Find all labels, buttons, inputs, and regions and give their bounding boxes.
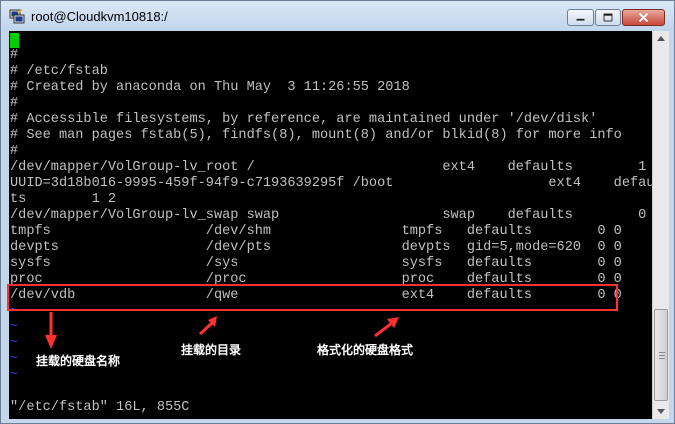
maximize-button[interactable] xyxy=(595,9,621,26)
vertical-scrollbar[interactable] xyxy=(652,31,669,419)
arrow-up-right-icon xyxy=(198,316,217,336)
window-title: root@Cloudkvm10818:/ xyxy=(31,9,168,24)
terminal-line: # Accessible filesystems, by reference, … xyxy=(10,112,598,127)
terminal-line: # xyxy=(10,48,19,63)
minimize-button[interactable] xyxy=(567,9,594,26)
scrollbar-thumb[interactable] xyxy=(654,309,668,401)
terminal-line: # /etc/fstab xyxy=(10,64,108,79)
terminal-line: # See man pages fstab(5), findfs(8), mou… xyxy=(10,128,622,143)
terminal-line: # Created by anaconda on Thu May 3 11:26… xyxy=(10,80,410,95)
terminal-line: /dev/mapper/VolGroup-lv_swap swap swap d… xyxy=(10,208,652,223)
terminal-line: sysfs /sys sysfs defaults 0 0 xyxy=(10,256,622,271)
empty-line-tilde: ~ xyxy=(10,352,19,367)
close-icon xyxy=(638,12,649,23)
title-bar[interactable]: root@Cloudkvm10818:/ xyxy=(1,1,674,31)
text-cursor xyxy=(10,33,19,48)
highlight-box xyxy=(7,284,618,311)
grip-line xyxy=(659,355,665,356)
scroll-down-icon[interactable] xyxy=(653,403,669,419)
annotation-mount-dir: 挂载的目录 xyxy=(181,343,242,357)
putty-icon xyxy=(9,9,25,24)
grip-line xyxy=(659,352,665,353)
arrow-down-icon xyxy=(45,312,57,349)
minimize-icon xyxy=(576,18,585,21)
annotation-fs-format: 格式化的硬盘格式 xyxy=(317,343,414,357)
grip-line xyxy=(659,358,665,359)
close-button[interactable] xyxy=(622,9,665,26)
empty-line-tilde: ~ xyxy=(10,368,19,383)
terminal-window: root@Cloudkvm10818:/ # # /etc/fstab # Cr… xyxy=(0,0,675,424)
terminal-line: ts 1 2 xyxy=(10,192,117,207)
terminal-line: UUID=3d18b016-9995-459f-94f9-c7193639295… xyxy=(10,176,652,191)
annotation-device-name: 挂载的硬盘名称 xyxy=(36,354,121,368)
terminal-line: devpts /dev/pts devpts gid=5,mode=620 0 … xyxy=(10,240,622,255)
scroll-up-icon[interactable] xyxy=(653,31,669,47)
terminal-line: tmpfs /dev/shm tmpfs defaults 0 0 xyxy=(10,224,622,239)
empty-line-tilde: ~ xyxy=(10,336,19,351)
maximize-icon xyxy=(603,13,613,22)
empty-line-tilde: ~ xyxy=(10,320,19,335)
vim-status-line: "/etc/fstab" 16L, 855C xyxy=(10,400,190,415)
arrow-up-right-icon xyxy=(374,317,399,338)
terminal-line: # xyxy=(10,96,19,111)
terminal-line: /dev/mapper/VolGroup-lv_root / ext4 defa… xyxy=(10,160,652,175)
terminal-line: # xyxy=(10,144,19,159)
